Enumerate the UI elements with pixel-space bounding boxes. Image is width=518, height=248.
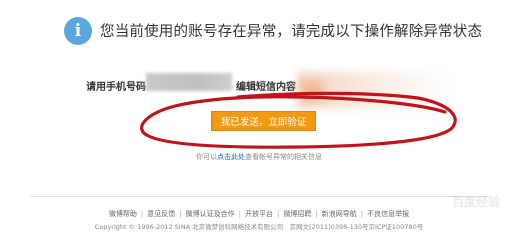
sms-content-redacted bbox=[297, 72, 447, 108]
footer-links: 微博帮助 | 意见反馈 | 微博认证及合作 | 开放平台 | 微博招聘 | 新浪网导航 | 不良信息举报 bbox=[0, 209, 518, 219]
verification-card: i 您当前使用的账号存在异常，请完成以下操作解除异常状态 请用手机号码 编辑短信… bbox=[0, 0, 518, 196]
phone-label: 请用手机号码 bbox=[86, 82, 146, 93]
footer-link-sina-nav[interactable]: 新浪网导航 bbox=[322, 210, 357, 218]
help-text: 你可以点击此处查看帐号异常的相关信息 bbox=[0, 152, 518, 162]
sms-content-label: 编辑短信内容 bbox=[236, 82, 296, 93]
footer-separator: | bbox=[179, 210, 182, 218]
footer-separator: | bbox=[315, 210, 318, 218]
watermark-logo: 百度经验 bbox=[451, 195, 500, 209]
footer-link-open-platform[interactable]: 开放平台 bbox=[245, 210, 273, 218]
info-icon: i bbox=[64, 17, 92, 45]
footer-link-report[interactable]: 不良信息举报 bbox=[367, 210, 409, 218]
footer-separator: | bbox=[140, 210, 144, 218]
phone-number-redacted bbox=[146, 73, 232, 91]
copyright-text: Copyright © 1996-2012 SINA 北京微梦创科网络技术有限公… bbox=[94, 223, 424, 231]
help-prefix: 你可以 bbox=[196, 153, 217, 161]
footer-link-help[interactable]: 微博帮助 bbox=[109, 210, 137, 218]
footer-link-verification[interactable]: 微博认证及合作 bbox=[186, 210, 235, 218]
verify-now-button[interactable]: 我已发送，立即验证 bbox=[211, 111, 316, 131]
help-link[interactable]: 点击此处 bbox=[217, 153, 245, 161]
page-title: 您当前使用的账号存在异常，请完成以下操作解除异常状态 bbox=[100, 24, 483, 40]
footer-divider bbox=[30, 196, 488, 197]
footer-link-feedback[interactable]: 意见反馈 bbox=[147, 210, 175, 218]
footer-separator: | bbox=[277, 210, 280, 218]
footer-separator: | bbox=[360, 210, 364, 218]
footer-separator: | bbox=[238, 210, 241, 218]
footer-link-jobs[interactable]: 微博招聘 bbox=[283, 210, 311, 218]
help-suffix: 查看帐号异常的相关信息 bbox=[245, 153, 322, 161]
